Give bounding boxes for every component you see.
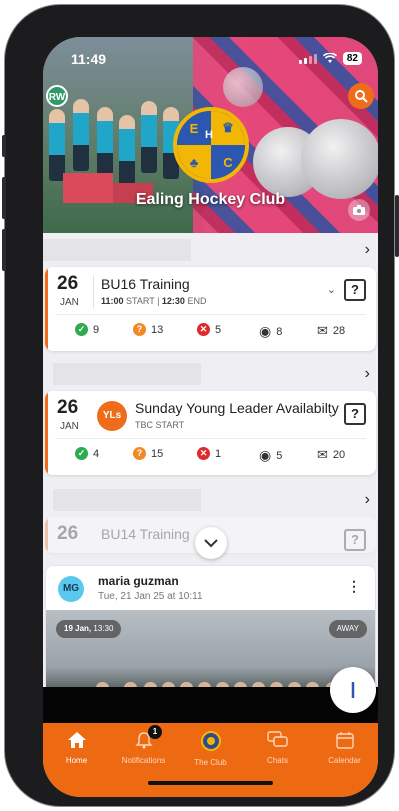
app-screen: 11:49 82 RW E ♛ ♣ C H Ealing Hockey Club… [43, 37, 378, 797]
search-button[interactable] [348, 83, 374, 109]
tab-calendar[interactable]: Calendar [311, 731, 378, 765]
tab-chats[interactable]: Chats [244, 731, 311, 765]
tab-label: Calendar [328, 756, 361, 765]
event-title: BU14 Training [101, 526, 190, 542]
camera-icon [353, 205, 365, 215]
change-cover-button[interactable] [348, 199, 370, 221]
maybe-count[interactable]: ? 13 [133, 323, 163, 336]
maybe-count[interactable]: ? 15 [133, 447, 163, 460]
event-card[interactable]: 26 JAN YLs Sunday Young Leader Availabil… [45, 391, 376, 475]
event-day: 26 [57, 523, 79, 544]
side-button [2, 135, 6, 157]
post-author-avatar[interactable]: MG [58, 576, 84, 602]
event-day: 26 [57, 397, 79, 418]
section-header[interactable]: › [43, 489, 378, 511]
home-indicator [148, 781, 273, 785]
phone-frame: 11:49 82 RW E ♛ ♣ C H Ealing Hockey Club… [2, 4, 399, 807]
event-month: JAN [60, 297, 79, 308]
chat-icon [266, 731, 288, 747]
cross-icon: ✕ [197, 323, 210, 336]
status-bar: 11:49 82 [43, 49, 378, 69]
user-avatar[interactable]: RW [46, 85, 68, 107]
no-count[interactable]: ✕ 5 [197, 323, 221, 336]
event-title: Sunday Young Leader Availabilty [135, 400, 339, 416]
away-tag: AWAY [328, 620, 367, 638]
side-button [395, 195, 399, 257]
plus-icon [351, 682, 355, 698]
add-post-button[interactable] [330, 667, 376, 713]
club-name: Ealing Hockey Club [135, 191, 286, 208]
messages-count[interactable]: ✉ 28 [317, 323, 345, 339]
cross-icon: ✕ [197, 447, 210, 460]
tab-label: Notifications [121, 756, 166, 765]
bottom-tab-bar: Home 1 Notifications The Club Chats Cale… [43, 723, 378, 797]
notification-badge: 1 [148, 725, 162, 739]
video-overlay [43, 687, 378, 723]
side-button [2, 177, 6, 219]
chevron-down-icon[interactable]: ⌄ [327, 407, 336, 420]
more-options-icon[interactable]: ⋮ [347, 578, 361, 595]
check-icon: ✓ [75, 323, 88, 336]
tab-label: The Club [194, 758, 227, 767]
yes-count[interactable]: ✓ 4 [75, 447, 99, 460]
availability-button[interactable]: ? [344, 403, 366, 425]
crest-letter: H [205, 129, 213, 141]
status-time: 11:49 [71, 51, 107, 67]
tab-label: Chats [267, 756, 288, 765]
post-date: Tue, 21 Jan 25 at 10:11 [98, 591, 203, 602]
eye-icon: ◉ [259, 447, 272, 463]
envelope-icon: ✉ [317, 447, 328, 462]
question-icon: ? [133, 447, 146, 460]
check-icon: ✓ [75, 447, 88, 460]
photo-date-pill: 19 Jan, 13:30 [56, 620, 122, 638]
chevron-down-icon[interactable]: ⌄ [327, 283, 336, 296]
section-header[interactable]: › [43, 363, 378, 385]
section-header[interactable]: › [43, 239, 378, 261]
collapse-events-button[interactable] [195, 527, 227, 559]
event-avatar: YLs [97, 401, 127, 431]
event-card[interactable]: 26 JAN BU16 Training 11:00 START | 12:30… [45, 267, 376, 351]
tab-home[interactable]: Home [43, 731, 110, 765]
calendar-icon [335, 732, 354, 749]
event-time: 11:00 START | 12:30 END [101, 296, 207, 306]
eye-icon: ◉ [259, 323, 272, 339]
club-icon [200, 731, 221, 751]
side-button [2, 229, 6, 271]
tab-label: Home [65, 756, 88, 765]
envelope-icon: ✉ [317, 323, 328, 338]
home-icon [67, 732, 86, 748]
views-count[interactable]: ◉ 5 [259, 447, 282, 464]
wifi-icon [322, 53, 337, 63]
club-crest[interactable]: E ♛ ♣ C H [173, 107, 249, 183]
no-count[interactable]: ✕ 1 [197, 447, 221, 460]
battery-icon: 82 [342, 52, 362, 65]
question-icon: ? [133, 323, 146, 336]
views-count[interactable]: ◉ 8 [259, 323, 282, 340]
event-day: 26 [57, 273, 79, 294]
yes-count[interactable]: ✓ 9 [75, 323, 99, 336]
availability-button[interactable]: ? [344, 279, 366, 301]
chevron-down-icon [204, 538, 218, 547]
post-author[interactable]: maria guzman [98, 574, 179, 588]
tab-the-club[interactable]: The Club [177, 731, 244, 767]
chevron-right-icon: › [364, 365, 370, 382]
event-month: JAN [60, 421, 79, 432]
cellular-signal-icon [298, 53, 317, 64]
chevron-right-icon: › [364, 491, 370, 508]
chevron-right-icon: › [364, 241, 370, 258]
availability-button[interactable]: ? [344, 529, 366, 551]
messages-count[interactable]: ✉ 20 [317, 447, 345, 463]
event-time: TBC START [135, 420, 185, 430]
tab-notifications[interactable]: 1 Notifications [110, 725, 177, 765]
search-icon [355, 90, 368, 103]
event-title: BU16 Training [101, 276, 190, 292]
